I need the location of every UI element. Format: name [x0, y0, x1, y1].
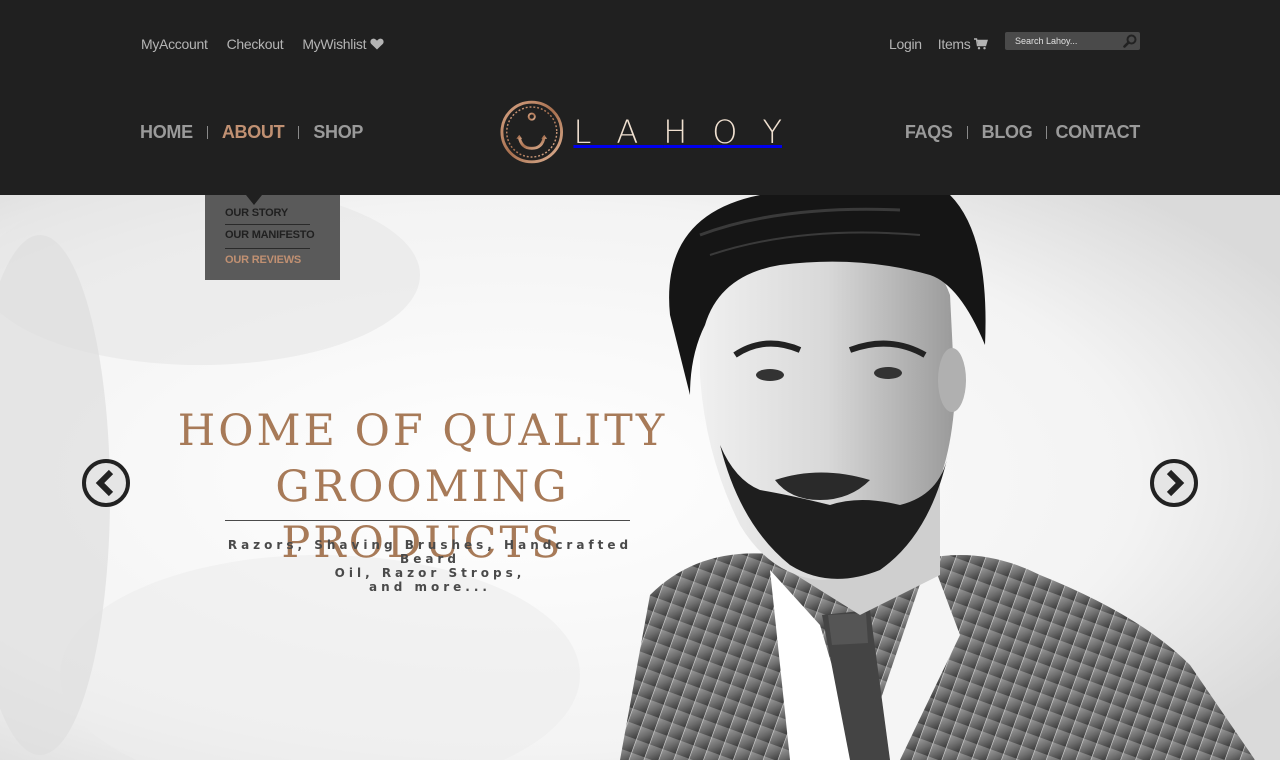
- nav-blog[interactable]: BLOG: [982, 122, 1033, 143]
- chevron-right-icon: [1166, 469, 1185, 497]
- search-button[interactable]: [1121, 33, 1139, 49]
- nav-shop[interactable]: SHOP: [313, 122, 363, 143]
- hero-subtitle-line-3: and more...: [369, 580, 491, 594]
- utility-links-right: Login Items: [889, 36, 988, 52]
- utility-links-left: MyAccount Checkout MyWishlist: [141, 36, 384, 52]
- nav-contact[interactable]: CONTACT: [1055, 122, 1140, 143]
- hero-headline-line-1: HOME OF QUALITY: [177, 406, 668, 456]
- hero-slider: HOME OF QUALITY GROOMING PRODUCTS Razors…: [0, 195, 1280, 760]
- logo-letter: Y: [762, 113, 782, 151]
- dropdown-item-our-manifesto[interactable]: OUR MANIFESTO: [225, 229, 315, 241]
- chevron-left-icon: [95, 469, 114, 497]
- about-dropdown-menu: OUR STORY OUR MANIFESTO OUR REVIEWS: [205, 195, 340, 280]
- logo-letter: O: [712, 113, 763, 151]
- hero-subtitle-line-2: Oil, Razor Strops,: [334, 566, 526, 580]
- dropdown-divider: [225, 224, 310, 225]
- magnifier-icon: [1123, 34, 1137, 48]
- nav-faqs[interactable]: FAQS: [905, 122, 953, 143]
- anchor-icon: [500, 100, 564, 164]
- nav-about[interactable]: ABOUT: [222, 122, 285, 143]
- site-logo[interactable]: L A H O Y: [500, 99, 782, 165]
- headline-divider: [225, 520, 630, 521]
- slider-next-button[interactable]: [1150, 459, 1198, 507]
- dropdown-divider: [225, 248, 310, 249]
- dropdown-pointer: [246, 195, 262, 205]
- search-box: [1005, 32, 1140, 50]
- logo-letter: A: [616, 113, 664, 151]
- site-header: MyAccount Checkout MyWishlist Login Item…: [0, 0, 1280, 195]
- nav-divider: [206, 126, 208, 139]
- my-account-link[interactable]: MyAccount: [141, 36, 208, 52]
- logo-letter: L: [573, 113, 617, 151]
- nav-divider: [298, 126, 300, 139]
- dropdown-item-our-story[interactable]: OUR STORY: [225, 207, 288, 219]
- nav-home[interactable]: HOME: [140, 122, 193, 143]
- main-nav-left: HOME ABOUT SHOP: [140, 122, 363, 143]
- login-link[interactable]: Login: [889, 36, 922, 52]
- nav-divider: [966, 126, 968, 139]
- slider-prev-button[interactable]: [82, 459, 130, 507]
- nav-divider: [1046, 126, 1048, 139]
- logo-letter: H: [663, 113, 713, 151]
- wishlist-link[interactable]: MyWishlist: [302, 36, 384, 52]
- hero-subtitle: Razors, Shaving Brushes, Handcrafted Bea…: [225, 538, 635, 594]
- hero-subtitle-line-1: Razors, Shaving Brushes, Handcrafted Bea…: [227, 538, 633, 566]
- checkout-link[interactable]: Checkout: [227, 36, 284, 52]
- cart-items-link[interactable]: Items: [938, 36, 988, 52]
- items-label: Items: [937, 36, 971, 52]
- search-input[interactable]: [1005, 32, 1120, 50]
- dropdown-item-our-reviews[interactable]: OUR REVIEWS: [225, 254, 301, 266]
- cart-icon: [973, 38, 988, 50]
- heart-icon: [370, 38, 384, 50]
- main-nav-right: FAQS BLOG CONTACT: [905, 122, 1140, 143]
- wishlist-label: MyWishlist: [302, 36, 367, 52]
- logo-wordmark: L A H O Y: [573, 113, 782, 151]
